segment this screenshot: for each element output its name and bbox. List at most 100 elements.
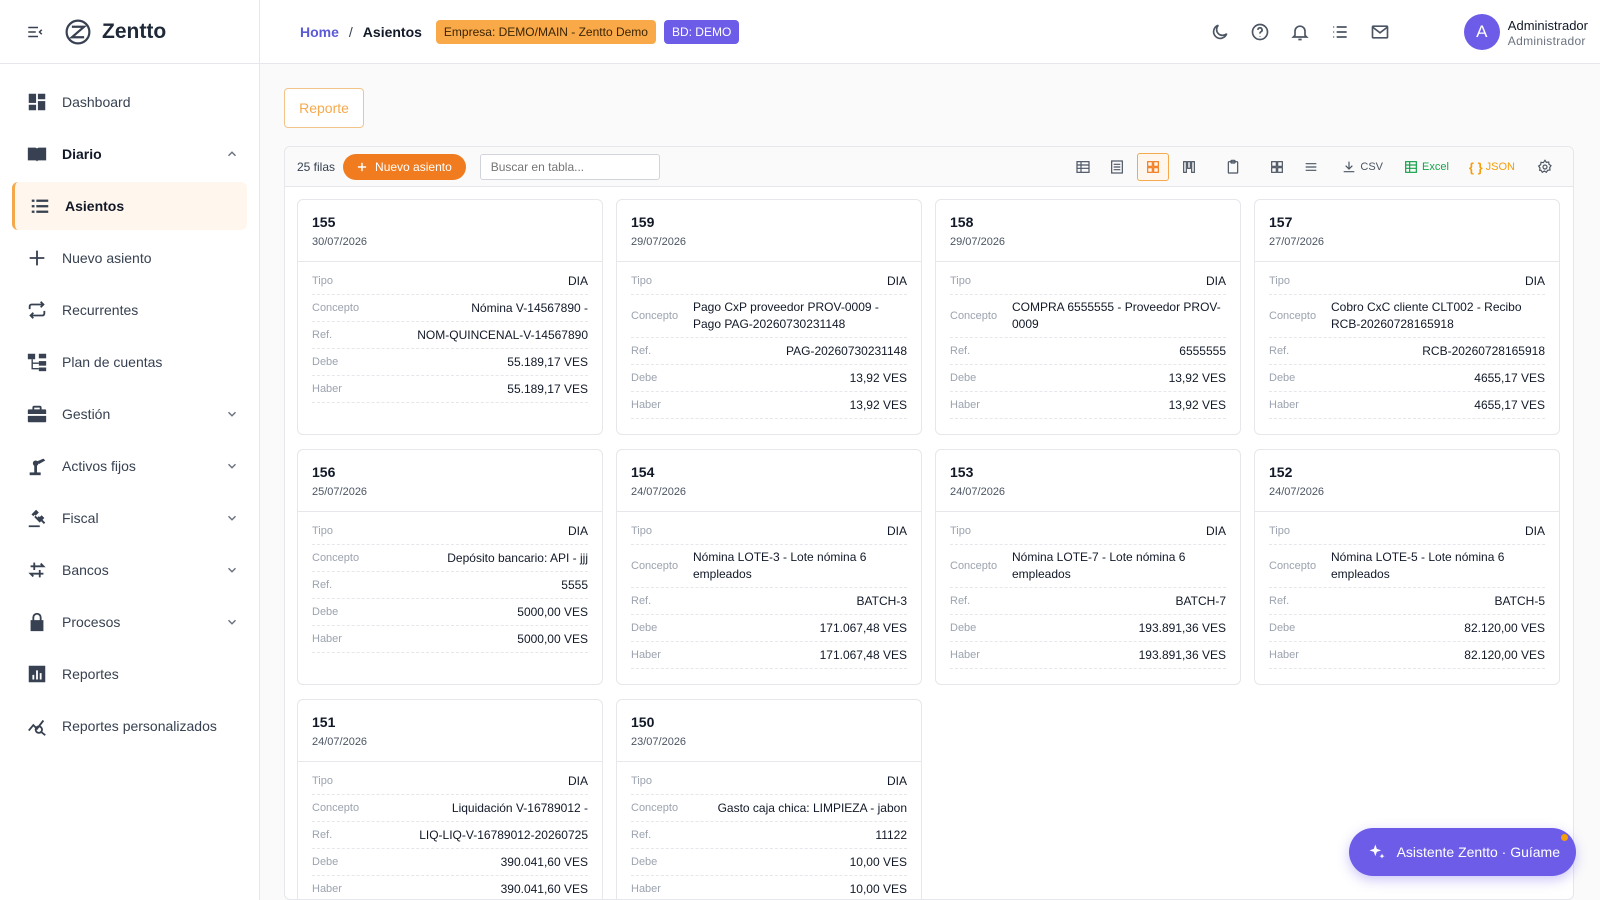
- field-value-ref: BATCH-5: [1494, 593, 1545, 608]
- sidebar-item-recurrentes[interactable]: Recurrentes: [12, 286, 247, 334]
- plus-icon: [29, 250, 45, 266]
- field-label: Tipo: [1269, 275, 1290, 287]
- sidebar-item-bancos[interactable]: Bancos: [12, 546, 247, 594]
- grid-settings-button[interactable]: [1531, 153, 1559, 181]
- entry-date: 25/07/2026: [312, 486, 368, 498]
- new-entry-label: Nuevo asiento: [375, 159, 452, 174]
- json-label: JSON: [1485, 161, 1515, 173]
- field-value-ref: RCB-20260728165918: [1422, 343, 1545, 358]
- list-view-button[interactable]: [1103, 153, 1131, 181]
- field-label: Concepto: [950, 310, 998, 322]
- card-header: 153 24/07/2026: [936, 450, 1240, 512]
- field-value-ref: 6555555: [1179, 343, 1226, 358]
- entry-number: 156: [312, 464, 336, 480]
- field-row-haber: Haber 5000,00 VES: [312, 626, 588, 653]
- density-grid-button[interactable]: [1263, 153, 1291, 181]
- grid-toolbar: 25 filas Nuevo asiento CSV Excel { }JSON: [285, 147, 1573, 187]
- entry-card[interactable]: 150 23/07/2026 Tipo DIA Concepto Gasto caja c…: [616, 699, 922, 899]
- chevron-down-icon: [227, 411, 237, 417]
- chevron-down-icon: [227, 463, 237, 469]
- field-value-debe: 10,00 VES: [849, 854, 907, 869]
- sidebar-item-asientos[interactable]: Asientos: [12, 182, 247, 230]
- sidebar-item-activos-fijos[interactable]: Activos fijos: [12, 442, 247, 490]
- field-label: Concepto: [631, 560, 679, 572]
- field-label: Ref.: [312, 329, 333, 341]
- sidebar-item-procesos[interactable]: Procesos: [12, 598, 247, 646]
- card-body: Tipo DIA Concepto Depósito bancario: API - …: [298, 512, 602, 653]
- sidebar-item-reportes-personalizados[interactable]: Reportes personalizados: [12, 702, 247, 750]
- field-row-haber: Haber 13,92 VES: [950, 392, 1226, 419]
- csv-label: CSV: [1360, 161, 1384, 173]
- notification-dot: [1561, 834, 1568, 841]
- export-csv-button[interactable]: CSV: [1337, 153, 1387, 181]
- breadcrumb-home-link[interactable]: Home: [300, 24, 339, 40]
- field-label: Concepto: [1269, 560, 1317, 572]
- entry-card[interactable]: 153 24/07/2026 Tipo DIA Concepto Nómina LOTE-…: [935, 449, 1241, 685]
- field-value-ref: NOM-QUINCENAL-V-14567890: [417, 327, 588, 342]
- field-value-haber: 82.120,00 VES: [1464, 647, 1545, 662]
- entry-date: 29/07/2026: [631, 236, 687, 248]
- entry-card[interactable]: 156 25/07/2026 Tipo DIA Concepto Depósito ban…: [297, 449, 603, 685]
- sidebar-item-gestion[interactable]: Gestión: [12, 390, 247, 438]
- entry-card[interactable]: 159 29/07/2026 Tipo DIA Concepto Pago CxP pro…: [616, 199, 922, 435]
- table-view-button[interactable]: [1069, 153, 1097, 181]
- field-value-concepto: COMPRA 6555555 - Proveedor PROV-0009: [1012, 300, 1221, 331]
- card-view-button[interactable]: [1137, 153, 1170, 181]
- export-excel-button[interactable]: Excel: [1399, 153, 1453, 181]
- breadcrumb-separator: /: [348, 23, 353, 40]
- field-value-tipo: DIA: [567, 523, 588, 538]
- sidebar-item-dashboard[interactable]: Dashboard: [12, 78, 247, 126]
- entry-card[interactable]: 157 27/07/2026 Tipo DIA Concepto Cobro CxC cl…: [1254, 199, 1560, 435]
- entry-number: 159: [631, 214, 655, 230]
- field-row-concepto: Concepto Nómina V-14567890 -: [312, 295, 588, 322]
- field-row-debe: Debe 4655,17 VES: [1269, 365, 1545, 392]
- sidebar-item-label: Procesos: [62, 614, 121, 630]
- sidebar-item-nuevo-asiento[interactable]: Nuevo asiento: [12, 234, 247, 282]
- entry-card[interactable]: 152 24/07/2026 Tipo DIA Concepto Nómina LOTE-…: [1254, 449, 1560, 685]
- task-list-icon[interactable]: [1330, 22, 1350, 42]
- card-body: Tipo DIA Concepto Gasto caja chica: LIMPIEZ…: [617, 762, 921, 899]
- kanban-view-button[interactable]: [1175, 153, 1203, 181]
- mail-icon[interactable]: [1370, 22, 1390, 42]
- field-value-ref: PAG-20260730231148: [786, 343, 907, 358]
- entry-card[interactable]: 155 30/07/2026 Tipo DIA Concepto Nómina V-145…: [297, 199, 603, 435]
- sidebar-item-reportes[interactable]: Reportes: [12, 650, 247, 698]
- new-entry-button[interactable]: Nuevo asiento: [343, 153, 466, 180]
- field-label: Debe: [1269, 372, 1296, 384]
- field-value-tipo: DIA: [886, 773, 907, 788]
- user-menu[interactable]: A Administrador Administrador: [1463, 14, 1588, 50]
- field-value-concepto: Nómina LOTE-5 - Lote nómina 6 empleados: [1331, 550, 1505, 581]
- kanban-icon: [1183, 161, 1196, 173]
- report-button[interactable]: Reporte: [284, 88, 364, 128]
- help-icon[interactable]: [1250, 22, 1270, 42]
- sidebar-item-plan-de-cuentas[interactable]: Plan de cuentas: [12, 338, 247, 386]
- sidebar-item-fiscal[interactable]: Fiscal: [12, 494, 247, 542]
- field-row-debe: Debe 82.120,00 VES: [1269, 615, 1545, 642]
- user-name: Administrador: [1507, 17, 1588, 33]
- entry-card[interactable]: 151 24/07/2026 Tipo DIA Concepto Liquidación …: [297, 699, 603, 899]
- clipboard-button[interactable]: [1219, 153, 1247, 181]
- field-row-concepto: Concepto Nómina LOTE-5 - Lote nómina 6 em…: [1269, 545, 1545, 588]
- notifications-bell-icon[interactable]: [1290, 22, 1310, 42]
- assistant-button[interactable]: Asistente Zentto · Guíame: [1348, 828, 1576, 876]
- field-value-debe: 82.120,00 VES: [1464, 620, 1545, 635]
- export-json-button[interactable]: { } JSON: [1465, 153, 1519, 181]
- card-header: 157 27/07/2026: [1255, 200, 1559, 262]
- table-search-input[interactable]: [479, 153, 660, 180]
- empresa-badge[interactable]: Empresa: DEMO/MAIN - Zentto Demo: [435, 19, 656, 44]
- field-value-tipo: DIA: [1524, 523, 1545, 538]
- entry-card[interactable]: 158 29/07/2026 Tipo DIA Concepto COMPRA 65555…: [935, 199, 1241, 435]
- sidebar-item-label: Bancos: [62, 562, 109, 578]
- density-rows-button[interactable]: [1297, 153, 1325, 181]
- entry-card[interactable]: 154 24/07/2026 Tipo DIA Concepto Nómina LOTE-…: [616, 449, 922, 685]
- card-body: Tipo DIA Concepto Nómina LOTE-3 - Lote nómi…: [617, 512, 921, 669]
- card-body: Tipo DIA Concepto Pago CxP proveedor PROV-0…: [617, 262, 921, 419]
- sidebar-item-label: Asientos: [65, 198, 125, 214]
- field-label: Concepto: [312, 552, 360, 564]
- sidebar-item-diario[interactable]: Diario: [12, 130, 247, 178]
- database-badge[interactable]: BD: DEMO: [663, 19, 740, 44]
- dark-mode-icon[interactable]: [1210, 22, 1230, 42]
- collapse-menu-icon[interactable]: [26, 23, 44, 41]
- app-logo[interactable]: Zentto: [64, 18, 166, 46]
- sidebar-item-label: Gestión: [62, 406, 111, 422]
